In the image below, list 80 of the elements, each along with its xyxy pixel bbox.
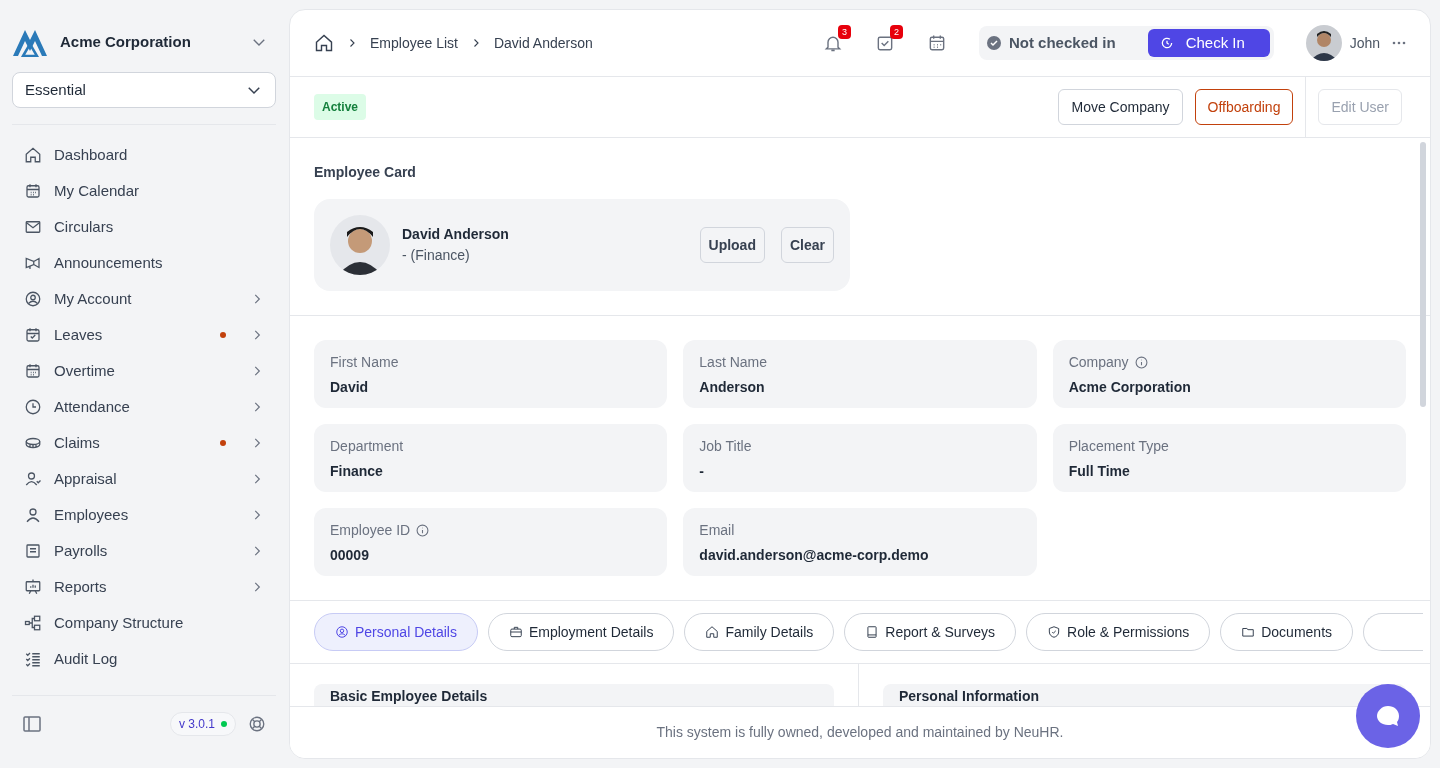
- calendar-icon: [24, 182, 42, 200]
- breadcrumb-link[interactable]: Employee List: [370, 32, 458, 54]
- field-label: Email: [699, 521, 735, 540]
- calendar-icon: [24, 362, 42, 380]
- nav-item[interactable]: Payrolls: [12, 533, 276, 569]
- scrollbar[interactable]: [1420, 142, 1426, 407]
- nav-item[interactable]: Leaves: [12, 317, 276, 353]
- chat-icon: [1376, 705, 1400, 727]
- nav-item[interactable]: Dashboard: [12, 137, 276, 173]
- help-icon[interactable]: [248, 715, 266, 733]
- receipt-icon: [24, 542, 42, 560]
- company-name: Acme Corporation: [60, 31, 192, 52]
- footer-text: This system is fully owned, developed and maintained by NeuHR.: [656, 723, 1064, 742]
- field-label: Company: [1068, 353, 1129, 372]
- nav-item[interactable]: Announcements: [12, 245, 276, 281]
- card-button[interactable]: Clear: [780, 227, 834, 263]
- field-value: Acme Corporation: [1068, 378, 1192, 397]
- clock-icon: [24, 398, 42, 416]
- home-icon: [24, 146, 42, 164]
- structure-icon: [24, 614, 42, 632]
- sidebar-toggle-icon[interactable]: [22, 715, 42, 733]
- field-value: -: [699, 462, 705, 481]
- status-check-icon: [986, 36, 1001, 50]
- action-button[interactable]: Offboarding: [1194, 89, 1294, 125]
- nav-item[interactable]: Employees: [12, 497, 276, 533]
- field-value: 00009: [330, 546, 370, 565]
- user-icon: [24, 506, 42, 524]
- calendar-check-icon: [24, 326, 42, 344]
- field-value: Anderson: [699, 378, 766, 397]
- home-icon[interactable]: [314, 33, 334, 53]
- nav-item[interactable]: My Account: [12, 281, 276, 317]
- breadcrumb-link[interactable]: David Anderson: [493, 32, 593, 54]
- briefcase-icon: [508, 625, 523, 639]
- nav-item[interactable]: Circulars: [12, 209, 276, 245]
- field-label: Placement Type: [1068, 437, 1169, 456]
- user-circle-icon: [24, 290, 42, 308]
- nav-item[interactable]: Reports: [12, 569, 276, 605]
- user-circle-icon: [335, 625, 349, 639]
- nav-item[interactable]: Overtime: [12, 353, 276, 389]
- nav-item[interactable]: Audit Log: [12, 641, 276, 677]
- field-label: First Name: [330, 353, 399, 372]
- nav-item[interactable]: My Calendar: [12, 173, 276, 209]
- field-value: david.anderson@acme-corp.demo: [699, 546, 930, 565]
- clock-icon: [1159, 36, 1174, 50]
- nav-item[interactable]: Appraisal: [12, 461, 276, 497]
- employee-name: David Anderson: [402, 225, 509, 244]
- home-icon: [705, 625, 720, 639]
- presentation-icon: [24, 578, 42, 596]
- nav-item[interactable]: Attendance: [12, 389, 276, 425]
- field-label: Department: [330, 437, 404, 456]
- version-badge: v 3.0.1: [169, 712, 236, 736]
- more-icon[interactable]: [1392, 41, 1406, 45]
- section-header[interactable]: Personal Information: [883, 684, 1406, 706]
- check-status: Not checked in: [1008, 32, 1116, 53]
- notification-count: 3: [837, 25, 851, 39]
- folder-icon: [1241, 625, 1256, 639]
- field-value: Finance: [330, 462, 384, 481]
- mail-icon: [24, 218, 42, 236]
- card-button[interactable]: Upload: [699, 227, 765, 263]
- shield-icon: [1047, 625, 1062, 639]
- plan-select[interactable]: Essential: [12, 72, 276, 108]
- tab[interactable]: Personal Details: [314, 613, 478, 651]
- book-icon: [865, 625, 880, 639]
- task-count: 2: [889, 25, 903, 39]
- field-label: Employee ID: [330, 521, 411, 540]
- nav-item[interactable]: Company Structure: [12, 605, 276, 641]
- section-heading: Employee Card: [314, 163, 417, 182]
- action-button[interactable]: Move Company: [1058, 89, 1183, 125]
- employee-department: - (Finance): [402, 246, 471, 265]
- field-value: David: [330, 378, 370, 397]
- field-label: Job Title: [699, 437, 752, 456]
- check-in-button[interactable]: Check In: [1147, 29, 1270, 57]
- nav-item[interactable]: Claims: [12, 425, 276, 461]
- section-header[interactable]: Basic Employee Details: [314, 684, 834, 706]
- field-label: Last Name: [699, 353, 768, 372]
- status-badge: Active: [314, 94, 367, 120]
- user-name: John: [1349, 33, 1380, 53]
- user-check-icon: [24, 470, 42, 488]
- field-value: Full Time: [1068, 462, 1131, 481]
- checklist-icon: [24, 650, 42, 668]
